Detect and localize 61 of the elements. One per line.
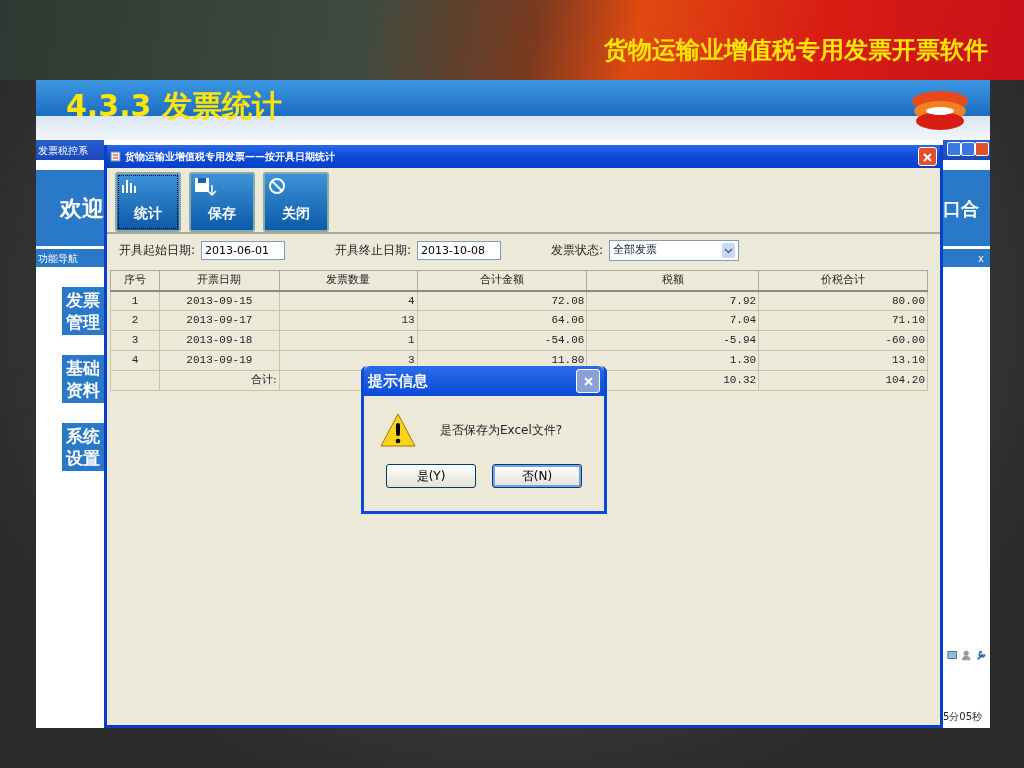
list-icon: [947, 649, 958, 661]
status-text: 5分05秒: [943, 710, 984, 724]
user-icon: [961, 649, 972, 661]
table-cell: 2: [110, 310, 160, 331]
table-cell: 72.08: [417, 290, 587, 311]
app-title: 发票税控系: [36, 140, 104, 160]
welcome-text: 欢迎: [60, 194, 104, 223]
column-header[interactable]: 价税合计: [758, 270, 928, 291]
date-field[interactable]: 2013-10-08: [417, 240, 502, 260]
window-icon: [110, 151, 121, 162]
table-cell: 64.06: [417, 310, 587, 331]
table-cell: 1: [279, 330, 418, 351]
table-cell: 71.10: [758, 310, 928, 331]
window-title: 货物运输业增值税专用发票——按开具日期统计: [125, 150, 336, 164]
toolbar-button[interactable]: 关闭: [263, 172, 329, 232]
column-header[interactable]: 税额: [586, 270, 759, 291]
status-dropdown[interactable]: 全部发票: [609, 239, 740, 261]
toolbar-button[interactable]: 保存: [189, 172, 255, 232]
banner-text: 口合: [943, 196, 979, 221]
table-cell: 80.00: [758, 290, 928, 311]
caret-icon: [722, 242, 736, 258]
toolbar-button[interactable]: 统计: [115, 172, 181, 232]
column-header[interactable]: 开票日期: [159, 270, 280, 291]
column-header[interactable]: 合计金额: [417, 270, 587, 291]
column-header[interactable]: 发票数量: [279, 270, 418, 291]
dialog-message: 是否保存为Excel文件?: [440, 422, 563, 439]
dialog-button[interactable]: 是(Y): [386, 464, 476, 488]
field-label: 发票状态:: [551, 242, 604, 259]
column-header[interactable]: 序号: [110, 270, 160, 291]
table-cell: 13.10: [758, 350, 928, 371]
slide-header: 货物运输业增值税专用发票开票软件: [604, 35, 988, 66]
table-cell: 2013-09-19: [159, 350, 280, 371]
table-cell: 7.92: [586, 290, 759, 311]
table-cell: -5.94: [586, 330, 759, 351]
nav-button[interactable]: 发票管理: [62, 287, 104, 335]
table-cell: 13: [279, 310, 418, 331]
table-cell: 7.04: [586, 310, 759, 331]
table-cell: -54.06: [417, 330, 587, 351]
table-cell: 104.20: [758, 370, 928, 391]
section-title: 4.3.3 发票统计: [66, 86, 282, 125]
field-label: 开具起始日期:: [119, 242, 196, 259]
table-cell: 2013-09-15: [159, 290, 280, 311]
nav-button[interactable]: 基础资料: [62, 355, 104, 403]
warning-icon: [380, 412, 416, 448]
nav-header: 功能导航: [36, 249, 104, 267]
dialog-button[interactable]: 否(N): [492, 464, 582, 488]
date-field[interactable]: 2013-06-01: [201, 240, 286, 260]
table-cell: 合计:: [159, 370, 280, 391]
table-cell: 1: [110, 290, 160, 311]
field-label: 开具终止日期:: [335, 242, 412, 259]
table-cell: 2013-09-18: [159, 330, 280, 351]
table-cell: 3: [110, 330, 160, 351]
nav-button[interactable]: 系统设置: [62, 423, 104, 471]
dialog-title: 提示信息: [368, 370, 428, 392]
close-text[interactable]: x: [978, 253, 984, 264]
wrench-icon: [975, 649, 986, 661]
table-cell: 2013-09-17: [159, 310, 280, 331]
table-cell: 4: [110, 350, 160, 371]
table-cell: 4: [279, 290, 418, 311]
table-cell: -60.00: [758, 330, 928, 351]
floppy-disk-icon: [194, 177, 218, 197]
